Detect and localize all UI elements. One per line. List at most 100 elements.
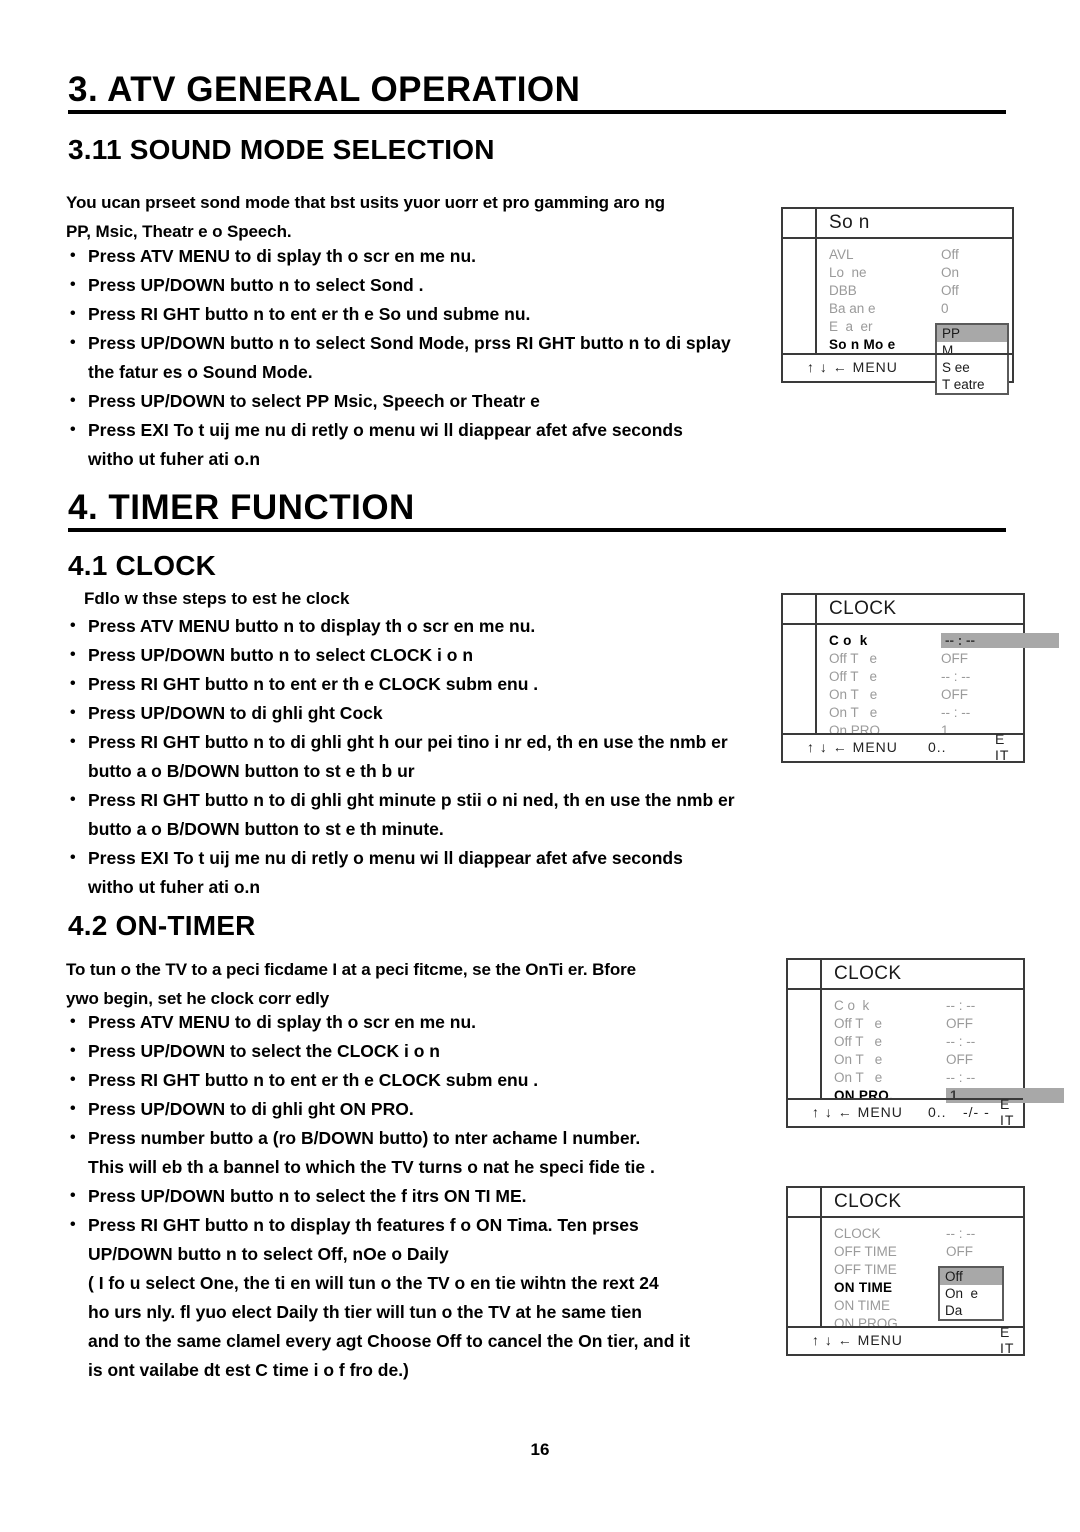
osd-clock-menu-3: CLOCKCLOCK-- : --OFF TIMEOFFOFF TIME-- :…: [786, 1186, 1025, 1356]
osd-menu-item[interactable]: Off T e OFF: [834, 1014, 1064, 1032]
osd-item-label: On T e: [834, 1069, 883, 1085]
bullet-text: Press UP/DOWN to select the CLOCK i o n: [88, 1041, 440, 1061]
bullet-dot-icon: •: [70, 334, 76, 351]
osd-menu-item[interactable]: DBB Off: [829, 281, 1012, 299]
osd-dropdown-selected-option[interactable]: PP: [937, 325, 1007, 342]
bullet-text: Press ATV MENU to di splay th o scr en m…: [88, 246, 476, 266]
osd-row-list: C o k -- : -- Off T e OFF Off T e -- : -- On T…: [817, 625, 1059, 738]
osd-item-value[interactable]: Off: [941, 247, 1012, 262]
osd-title-left-column: [788, 960, 822, 988]
osd-menu-item[interactable]: On T e -- : --: [829, 703, 1059, 721]
osd-row-list: CLOCK-- : --OFF TIMEOFFOFF TIME-- : --ON…: [822, 1218, 1023, 1331]
instruction-bullet: • Press RI GHT butto n to ent er th e So …: [66, 300, 766, 329]
chapter-4-rule: [68, 528, 1006, 532]
osd-footer-hint: 0..: [928, 1104, 947, 1120]
osd-title-left-column: [783, 209, 817, 237]
osd-item-value[interactable]: -- : --: [941, 705, 1059, 720]
osd-item-label: E a er: [829, 318, 873, 334]
osd-item-label: Off T e: [834, 1033, 883, 1049]
osd-item-value[interactable]: -- : --: [946, 1226, 1023, 1241]
osd-item-value[interactable]: 0: [941, 301, 1012, 316]
osd-menu-item[interactable]: Lo ne On: [829, 263, 1012, 281]
osd-dropdown-option[interactable]: Da: [940, 1302, 1002, 1319]
osd-menu-item[interactable]: OFF TIME OFF: [834, 1242, 1023, 1260]
osd-item-value[interactable]: Off: [941, 283, 1012, 298]
osd-left-column: [783, 625, 817, 733]
instruction-bullet: • Press RI GHT butto n to display th feat…: [66, 1211, 778, 1385]
osd-dropdown-option[interactable]: On e: [940, 1285, 1002, 1302]
page-number: 16: [530, 1440, 550, 1459]
osd-menu-item[interactable]: CLOCK -- : --: [834, 1224, 1023, 1242]
instruction-bullet: • Press number butto a (ro B/DOWN butto) …: [66, 1124, 778, 1182]
bullet-dot-icon: •: [70, 1013, 76, 1030]
osd-clock-menu-1: CLOCK C o k -- : -- Off T e OFF Off T e -- : -…: [781, 593, 1059, 763]
osd-title-text: CLOCK: [834, 1191, 902, 1212]
osd-item-label: On T e: [829, 704, 878, 720]
instruction-bullet: • Press RI GHT butto n to di ghli ght h o…: [66, 728, 766, 786]
osd-item-label: Lo ne: [829, 264, 867, 280]
osd-item-value[interactable]: OFF: [941, 687, 1059, 702]
bullet-dot-icon: •: [70, 675, 76, 692]
osd-menu-item[interactable]: On T e OFF: [834, 1050, 1064, 1068]
bullet-dot-icon: •: [70, 733, 76, 750]
osd-item-label: So n Mo e: [829, 336, 896, 352]
bullet-dot-icon: •: [70, 1042, 76, 1059]
osd-title-bar: So n: [783, 209, 1012, 239]
osd-menu-item[interactable]: Ba an e 0: [829, 299, 1012, 317]
osd-menu-item[interactable]: On T e -- : --: [834, 1068, 1064, 1086]
osd-menu-item[interactable]: Off T e OFF: [829, 649, 1059, 667]
section-3-11-heading: 3.11 SOUND MODE SELECTION: [68, 134, 495, 165]
osd-item-label: OFF TIME: [834, 1243, 897, 1259]
osd-title-bar: CLOCK: [783, 595, 1023, 625]
osd-dropdown-selected-option[interactable]: Off: [940, 1268, 1002, 1285]
instruction-bullet: • Press RI GHT butto n to di ghli ght min…: [66, 786, 766, 844]
osd-body: AVL Off Lo ne On DBB Off Ba an e 0 E a er So n Mo…: [783, 239, 1012, 395]
osd-menu-item[interactable]: C o k -- : --: [829, 631, 1059, 649]
osd-body: C o k -- : -- Off T e OFF Off T e -- : -- On T…: [783, 625, 1059, 738]
osd-item-label: Off T e: [834, 1015, 883, 1031]
osd-item-value[interactable]: -- : --: [946, 998, 1064, 1013]
osd-menu-item[interactable]: C o k -- : --: [834, 996, 1064, 1014]
instruction-bullet: • Press ATV MENU butto n to display th o …: [66, 612, 766, 641]
bullet-text: Press RI GHT butto n to ent er th e So u…: [88, 304, 531, 324]
osd-item-label: DBB: [829, 282, 857, 298]
osd-navigation-hint: ↑ ↓ ← MENU: [807, 739, 898, 755]
bullet-text: Press ATV MENU butto n to display th o s…: [88, 616, 536, 636]
bullet-dot-icon: •: [70, 247, 76, 264]
osd-menu-item[interactable]: AVL Off: [829, 245, 1012, 263]
osd-item-value[interactable]: -- : --: [946, 1034, 1064, 1049]
osd-item-label: Off T e: [829, 650, 878, 666]
osd-item-value[interactable]: OFF: [946, 1052, 1064, 1067]
osd-item-value[interactable]: -- : --: [941, 669, 1059, 684]
osd-navigation-hint: ↑ ↓ ← MENU: [807, 359, 898, 375]
osd-menu-item[interactable]: Off T e -- : --: [829, 667, 1059, 685]
instruction-bullet: • Press RI GHT butto n to ent er th e CLO…: [66, 670, 766, 699]
osd-footer-bar: ↑ ↓ ← MENU 0.. -/- - E IT: [788, 1096, 1023, 1128]
osd-item-value[interactable]: OFF: [941, 651, 1059, 666]
osd-item-value[interactable]: -- : --: [946, 1070, 1064, 1085]
osd-footer-hint: E IT: [1000, 1096, 1015, 1128]
osd-left-column: [783, 239, 817, 353]
osd-row-list: AVL Off Lo ne On DBB Off Ba an e 0 E a er So n Mo…: [817, 239, 1012, 395]
osd-item-value[interactable]: OFF: [946, 1016, 1064, 1031]
osd-menu-item[interactable]: On T e OFF: [829, 685, 1059, 703]
osd-footer-hint: E IT: [1000, 1324, 1015, 1356]
instruction-bullet: • Press UP/DOWN to di ghli ght ON PRO.: [66, 1095, 778, 1124]
instruction-bullet: • Press ATV MENU to di splay th o scr en …: [66, 242, 766, 271]
instruction-bullet: • Press RI GHT butto n to ent er th e CLO…: [66, 1066, 778, 1095]
osd-footer-bar: ↑ ↓ ← MENU E IT: [788, 1324, 1023, 1356]
instruction-bullet: • Press UP/DOWN to select PP Msic, Speech…: [66, 387, 766, 416]
osd-item-label: OFF TIME: [834, 1261, 897, 1277]
section-4-2-bullets: • Press ATV MENU to di splay th o scr en …: [66, 1008, 778, 1385]
chapter-3-rule: [68, 110, 1006, 114]
bullet-dot-icon: •: [70, 1129, 76, 1146]
osd-footer-hint: E IT: [995, 731, 1010, 763]
osd-dropdown[interactable]: Off On e Da: [938, 1266, 1004, 1321]
osd-item-value[interactable]: OFF: [946, 1244, 1023, 1259]
bullet-text: Press RI GHT butto n to ent er th e CLOC…: [88, 1070, 539, 1090]
osd-item-value[interactable]: On: [941, 265, 1012, 280]
osd-left-column: [788, 1218, 822, 1326]
osd-item-value[interactable]: -- : --: [941, 632, 1059, 648]
osd-menu-item[interactable]: Off T e -- : --: [834, 1032, 1064, 1050]
osd-title-text: CLOCK: [829, 598, 897, 619]
